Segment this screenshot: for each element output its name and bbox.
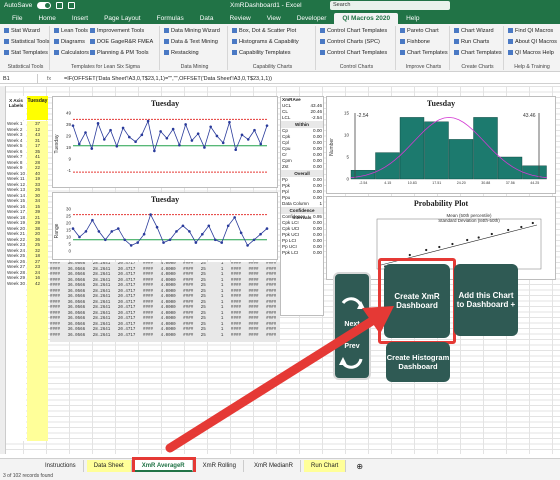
status-bar: 3 of 102 records found <box>0 472 560 480</box>
sheet-tab-instructions[interactable]: Instructions <box>38 459 84 472</box>
add-sheet-icon[interactable]: ⊕ <box>349 460 370 472</box>
sheet-tab-xmr-averager[interactable]: XmR AverageR <box>131 456 196 475</box>
sheet-tabs: Instructions Data Sheet XmR AverageR XmR… <box>0 456 560 475</box>
annotation-arrow <box>165 306 394 453</box>
sheet-tab-run-chart[interactable]: Run Chart <box>303 459 347 472</box>
sheet-tab-xmr-rolling[interactable]: XmR Rolling <box>196 459 244 472</box>
sheet-tab-data-sheet[interactable]: Data Sheet <box>86 459 132 472</box>
sheet-tab-xmr-medianr[interactable]: XmR MedianR <box>247 459 301 472</box>
